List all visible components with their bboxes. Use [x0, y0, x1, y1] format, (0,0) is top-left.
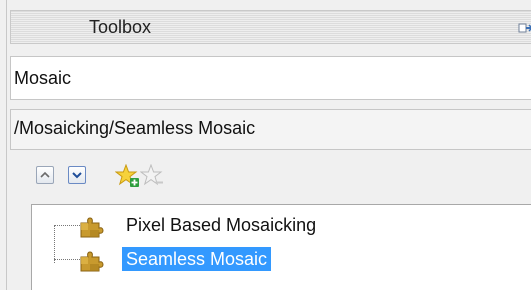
- pin-icon[interactable]: [517, 20, 531, 36]
- add-favorite-icon: [114, 163, 139, 187]
- tree-item-label: Pixel Based Mosaicking: [126, 215, 317, 235]
- remove-favorite-icon: [139, 163, 163, 186]
- tree-item-label: Seamless Mosaic: [122, 247, 272, 271]
- puzzle-icon: [78, 214, 104, 238]
- collapse-up-button[interactable]: [36, 166, 54, 184]
- expand-down-button[interactable]: [68, 166, 86, 184]
- tool-tree[interactable]: Pixel Based Mosaicking Seamless Mosaic: [31, 204, 531, 290]
- tree-item-seamless-mosaic[interactable]: Seamless Mosaic: [32, 247, 531, 273]
- collapse-up-icon: [40, 171, 50, 178]
- expand-down-icon: [72, 172, 82, 179]
- tree-item-pixel-based-mosaicking[interactable]: Pixel Based Mosaicking: [32, 213, 531, 239]
- search-input[interactable]: [10, 56, 531, 100]
- panel-titlebar: Toolbox: [10, 10, 531, 44]
- puzzle-icon: [78, 248, 104, 272]
- panel-title: Toolbox: [89, 17, 152, 37]
- remove-favorite-button[interactable]: [139, 163, 166, 188]
- tool-path-field: /Mosaicking/Seamless Mosaic: [10, 109, 531, 150]
- add-favorite-button[interactable]: [114, 163, 141, 188]
